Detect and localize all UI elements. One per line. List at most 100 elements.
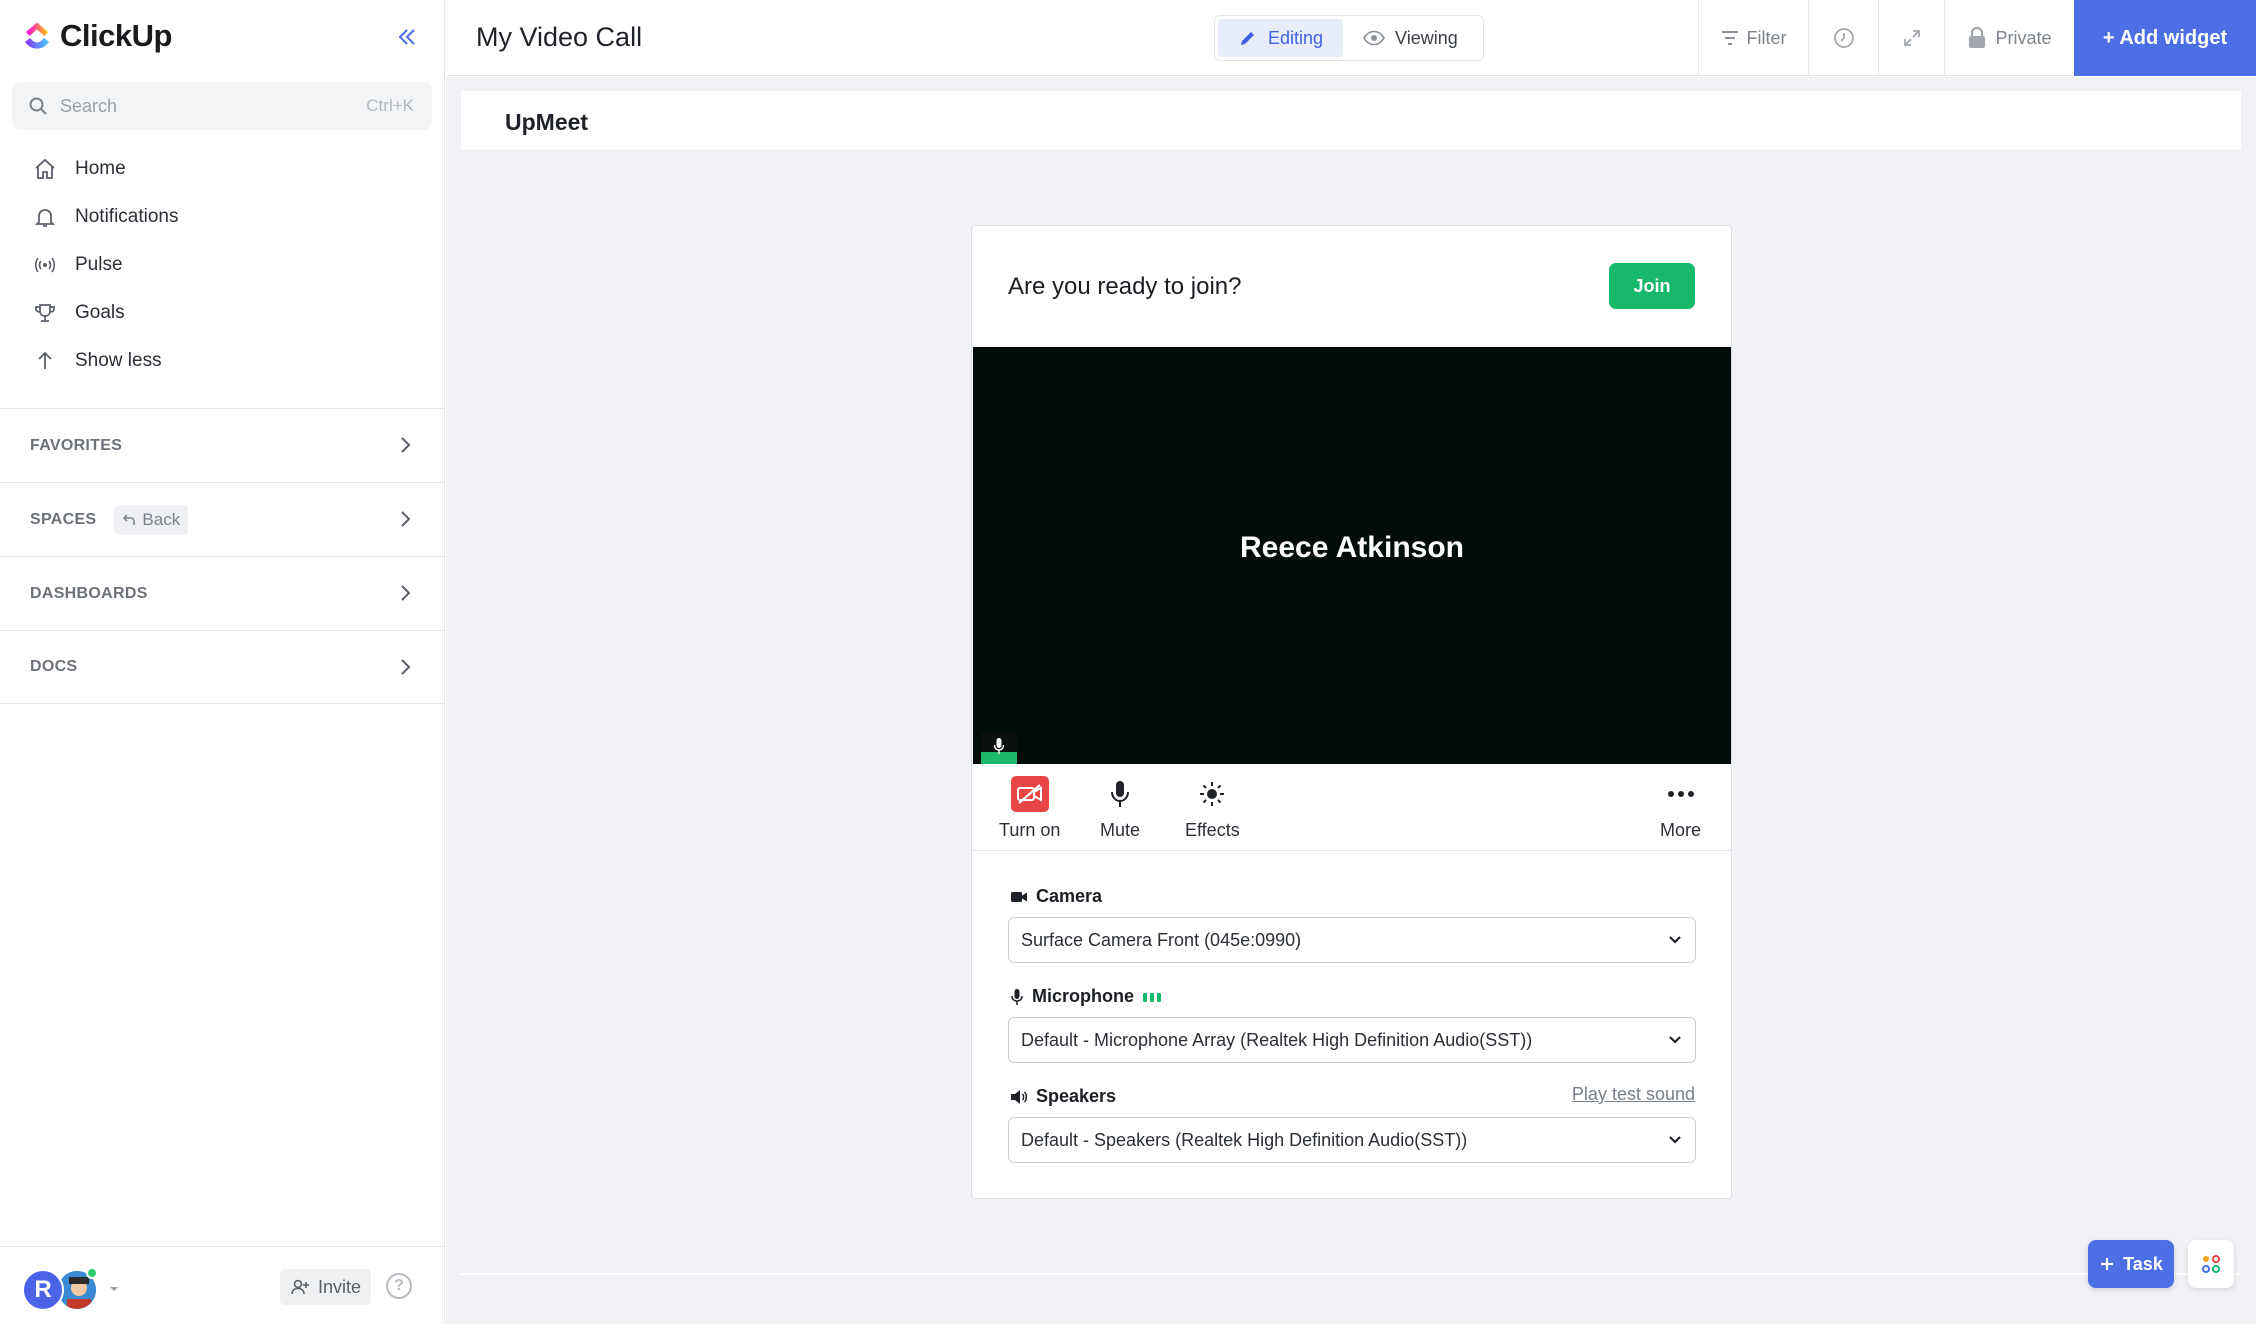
online-status-dot <box>86 1267 98 1279</box>
editing-mode-button[interactable]: Editing <box>1218 19 1344 57</box>
more-label: More <box>1660 820 1702 840</box>
clickup-logo[interactable]: ClickUp <box>22 18 172 54</box>
chevron-down-icon <box>1669 936 1681 944</box>
sidebar-section-docs[interactable]: DOCS <box>0 630 445 704</box>
avatar[interactable]: R <box>22 1269 64 1311</box>
microphone-select-value: Default - Microphone Array (Realtek High… <box>1021 1029 1533 1050</box>
camera-toggle-button[interactable]: Turn on <box>999 774 1060 841</box>
sidebar-footer: R Invite ? <box>0 1246 445 1324</box>
viewing-mode-button[interactable]: Viewing <box>1343 19 1478 57</box>
sidebar-item-label: Notifications <box>75 206 179 227</box>
join-call-card: Are you ready to join? Join Reece Atkins… <box>971 225 1732 1199</box>
microphone-icon <box>1111 781 1130 807</box>
play-test-sound-link[interactable]: Play test sound <box>1572 1084 1695 1105</box>
viewing-label: Viewing <box>1395 27 1458 48</box>
bell-icon <box>32 204 58 230</box>
audio-level-icon <box>1143 992 1161 1002</box>
expand-button[interactable] <box>1878 0 1944 76</box>
section-title: FAVORITES <box>30 436 123 454</box>
camera-select[interactable]: Surface Camera Front (045e:0990) <box>1008 917 1696 963</box>
clock-icon <box>1833 28 1854 48</box>
join-button[interactable]: Join <box>1609 263 1695 309</box>
call-controls: Turn on Mute Effects More <box>973 764 1731 851</box>
more-dots-icon <box>1667 791 1694 797</box>
widget-header: UpMeet <box>461 91 2241 151</box>
section-title: DOCS <box>30 658 78 675</box>
search-input[interactable]: Search Ctrl+K <box>12 82 432 130</box>
sidebar-item-label: Pulse <box>75 254 123 275</box>
double-chevron-left-icon <box>398 29 415 45</box>
page-title: My Video Call <box>476 22 643 52</box>
sidebar-section-dashboards[interactable]: DASHBOARDS <box>0 556 445 630</box>
sidebar-section-favorites[interactable]: FAVORITES <box>0 408 445 482</box>
editing-label: Editing <box>1268 27 1324 48</box>
sidebar: ClickUp Search Ctrl+K Home Notifications… <box>0 0 445 1324</box>
section-title: SPACES <box>30 510 97 528</box>
chevron-right-icon <box>401 659 411 675</box>
sidebar-item-notifications[interactable]: Notifications <box>0 193 445 241</box>
speakers-select[interactable]: Default - Speakers (Realtek High Definit… <box>1008 1117 1696 1163</box>
sidebar-item-goals[interactable]: Goals <box>0 289 445 337</box>
more-button[interactable]: More <box>1660 774 1701 841</box>
sidebar-item-pulse[interactable]: Pulse <box>0 241 445 289</box>
invite-label: Invite <box>318 1276 362 1297</box>
sidebar-item-label: Show less <box>75 350 162 371</box>
trophy-icon <box>32 300 58 326</box>
search-placeholder: Search <box>60 95 118 116</box>
filter-label: Filter <box>1746 27 1787 48</box>
chevron-down-icon <box>1669 1036 1681 1044</box>
logo-text: ClickUp <box>60 18 172 53</box>
camera-label-text: Camera <box>1036 886 1103 906</box>
privacy-button[interactable]: Private <box>1944 0 2074 76</box>
avatar-initial: R <box>34 1276 52 1303</box>
invite-button[interactable]: Invite <box>280 1269 372 1305</box>
pencil-icon <box>1241 32 1254 45</box>
history-button[interactable] <box>1808 0 1878 76</box>
camera-select-value: Surface Camera Front (045e:0990) <box>1021 929 1302 950</box>
collapse-sidebar-button[interactable] <box>392 22 422 52</box>
video-preview: Reece Atkinson <box>973 347 1731 764</box>
microphone-select[interactable]: Default - Microphone Array (Realtek High… <box>1008 1017 1696 1063</box>
topbar: My Video Call Editing Viewing Filter Pri… <box>446 0 2256 76</box>
search-shortcut: Ctrl+K <box>366 96 414 115</box>
new-task-button[interactable]: Task <box>2088 1240 2174 1288</box>
help-button[interactable]: ? <box>386 1273 412 1299</box>
eye-icon <box>1363 30 1385 46</box>
camera-label: Camera <box>1010 886 1102 907</box>
sidebar-nav: Home Notifications Pulse Goals Show less <box>0 145 445 385</box>
arrow-up-icon <box>32 348 58 374</box>
help-label: ? <box>394 1277 404 1294</box>
clickup-logo-icon <box>25 22 49 49</box>
sidebar-item-home[interactable]: Home <box>0 145 445 193</box>
add-user-icon <box>291 1279 309 1295</box>
speakers-label: Speakers <box>1010 1086 1116 1107</box>
apps-button[interactable] <box>2188 1240 2234 1288</box>
camera-off-icon <box>1010 776 1049 812</box>
chevron-right-icon <box>401 511 411 527</box>
expand-icon <box>1903 30 1920 46</box>
sidebar-section-spaces[interactable]: SPACES Back <box>0 482 445 556</box>
divider <box>461 1273 2241 1275</box>
speaker-icon <box>1011 1089 1028 1104</box>
back-arrow-icon <box>123 513 136 525</box>
private-label: Private <box>1995 27 2052 48</box>
video-camera-icon <box>1011 891 1027 902</box>
mode-toggle: Editing Viewing <box>1214 15 1484 61</box>
pulse-icon <box>32 252 58 278</box>
filter-icon <box>1721 31 1738 45</box>
section-title: DASHBOARDS <box>30 584 148 602</box>
sidebar-item-label: Home <box>75 158 126 179</box>
camera-toggle-label: Turn on <box>999 820 1061 840</box>
participant-name: Reece Atkinson <box>1240 531 1464 564</box>
add-widget-button[interactable]: + Add widget <box>2074 0 2256 76</box>
chevron-right-icon <box>401 585 411 601</box>
task-label: Task <box>2123 1253 2163 1274</box>
sidebar-item-show-less[interactable]: Show less <box>0 337 445 385</box>
home-icon <box>32 156 58 182</box>
filter-button[interactable]: Filter <box>1698 0 1808 76</box>
mute-button[interactable]: Mute <box>1100 774 1140 841</box>
caret-down-icon[interactable] <box>108 1285 120 1293</box>
effects-button[interactable]: Effects <box>1185 774 1240 841</box>
mute-label: Mute <box>1100 820 1141 840</box>
back-chip[interactable]: Back <box>114 504 189 535</box>
